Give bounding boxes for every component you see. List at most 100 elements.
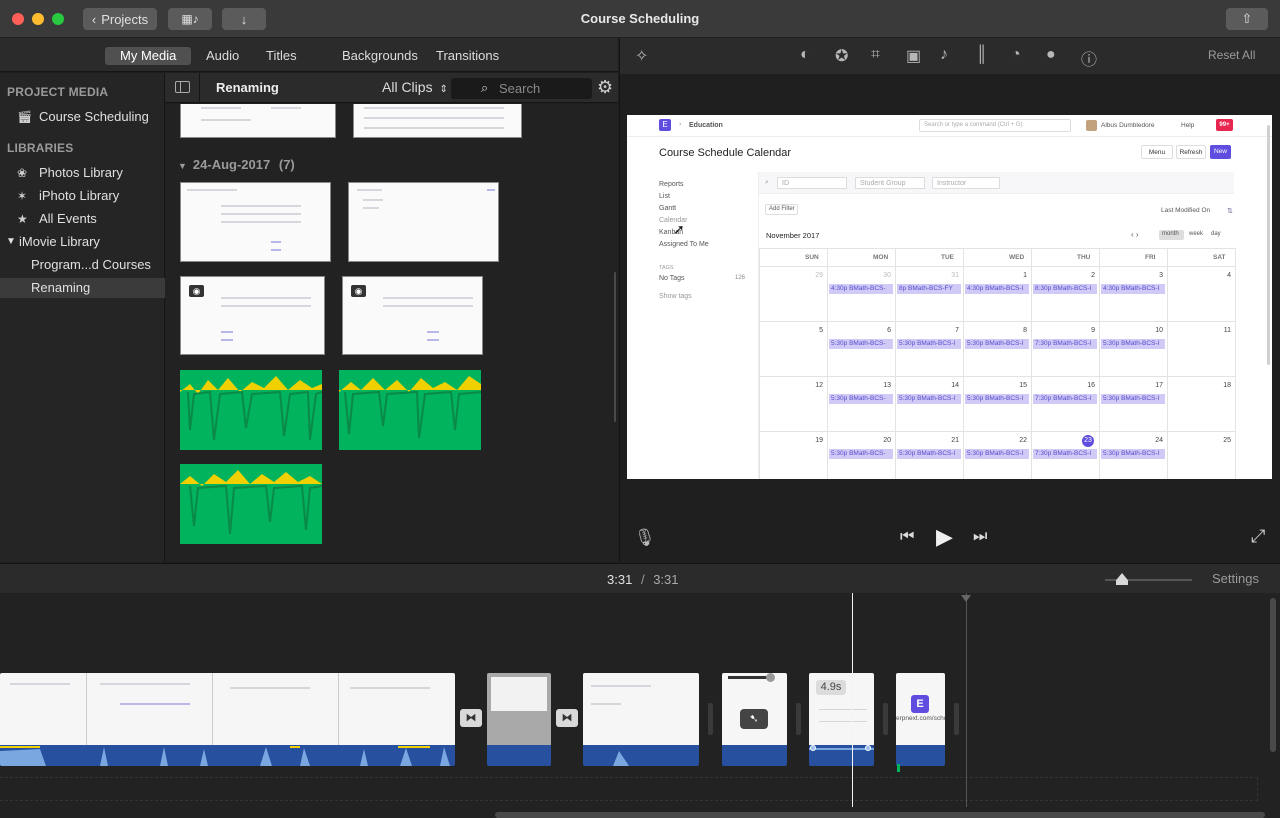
clip-thumbnail[interactable] [180,182,331,262]
calendar-day-number: 2 [1091,272,1095,279]
timeline: ⧓ ⧓ ➷ 4.9s E erpnext.com/scho [0,593,1280,818]
calendar-day-number: 3 [1159,272,1163,279]
title-clip[interactable]: E erpnext.com/school [896,673,945,766]
video-clip[interactable]: ➷ [722,673,787,766]
speedometer-icon[interactable]: ◔ [1011,46,1021,64]
calendar-day-number: 4 [1227,272,1231,279]
clip-thumbnail[interactable] [348,182,499,262]
fade-handle[interactable] [865,745,871,751]
search-input[interactable]: ⌕ Search [451,78,592,99]
media-tabs: My Media Audio Titles Backgrounds Transi… [0,38,618,72]
calendar-event: 5:30p BMath-BCS- [829,449,893,459]
tags-header: TAGS [659,265,674,271]
fade-handle[interactable] [810,745,816,751]
share-button[interactable]: ⇧ [1226,8,1268,30]
crop-icon[interactable]: ⌗ [871,46,880,64]
calendar-event: 5:30p BMath-BCS-I [965,449,1029,459]
sidebar-item-iphoto-library[interactable]: ✶ iPhoto Library [0,186,165,206]
magic-wand-icon[interactable]: ✧ [635,46,648,66]
calendar-event: 5:30p BMath-BCS-I [1101,339,1165,349]
window-title: Course Scheduling [580,11,700,26]
calendar-event: 7:30p BMath-BCS-I [1033,339,1097,349]
transition-icon[interactable]: ⧓ [556,709,578,727]
preview-scrollbar [1267,125,1270,365]
zoom-slider[interactable] [1105,573,1192,585]
camera-icon: ◉ [351,285,366,297]
video-clip[interactable] [583,673,699,766]
calendar-day-number: 21 [951,437,959,444]
tab-audio[interactable]: Audio [191,47,254,65]
skip-back-icon[interactable]: ⏮ [900,528,914,546]
clip-filter-select[interactable]: All Clips ⇕ [382,79,448,95]
playhead[interactable] [852,593,853,807]
camera-icon: ◉ [189,285,204,297]
video-clip[interactable] [487,673,551,766]
timeline-toolbar: 3:31 / 3:31 Settings [0,563,1280,593]
clip-thumbnail[interactable] [180,104,336,138]
tab-my-media[interactable]: My Media [105,47,192,65]
video-clip[interactable] [0,673,455,766]
microphone-icon[interactable]: 🎙︎ [634,528,656,548]
tab-transitions[interactable]: Transitions [421,47,514,65]
sidebar-item-imovie-library[interactable]: ▼ iMovie Library [0,232,165,252]
calendar-weekday: SUN [805,254,819,261]
clip-thumbnail[interactable]: ◉ [342,276,483,355]
equalizer-icon[interactable]: ║ [976,46,987,64]
tab-backgrounds[interactable]: Backgrounds [327,47,433,65]
play-icon[interactable]: ▶ [936,524,953,550]
preview-frame[interactable]: E › Education Search or type a command (… [627,115,1272,479]
fullscreen-icon[interactable]: ⤢ [1251,526,1265,547]
calendar-day-number: 5 [819,327,823,334]
volume-icon[interactable]: ♪ [940,46,948,64]
palette-icon[interactable]: ✪ [835,46,848,66]
sidebar-item-programmed-courses[interactable]: Program...d Courses [0,255,165,275]
breadcrumb: Education [689,122,723,129]
calendar-event: 7:30p BMath-BCS-I [1033,449,1097,459]
no-tags: No Tags [659,275,685,282]
audio-clip-thumbnail[interactable] [339,370,481,450]
clip-thumbnail[interactable] [353,104,522,138]
skip-forward-icon[interactable]: ⏭ [973,528,987,546]
gear-icon[interactable]: ⚙ [597,77,613,98]
reset-all-button[interactable]: Reset All [1208,48,1255,62]
photos-flower-icon: ❀ [17,166,28,180]
browser-scrollbar[interactable] [614,272,616,422]
clip-thumbnail[interactable]: ◉ [180,276,325,355]
calendar-day-number: 31 [951,272,959,279]
calendar-day-number: 6 [887,327,891,334]
video-clip[interactable]: 4.9s [809,673,874,766]
zoom-slider-thumb[interactable] [1116,573,1128,585]
sidebar-item-photos-library[interactable]: ❀ Photos Library [0,163,165,183]
library-sidebar: PROJECT MEDIA 🎬︎ Course Scheduling LIBRA… [0,73,165,562]
title-bar: ‹ Projects ▦♪ ↓ Course Scheduling ⇧ [0,0,1280,38]
calendar-day-number: 14 [951,382,959,389]
info-icon[interactable]: ⓘ [1081,46,1097,70]
timeline-vertical-scrollbar[interactable] [1270,598,1276,752]
menu-button: Menu [1141,145,1173,159]
calendar-day-number: 25 [1223,437,1231,444]
audio-clip-thumbnail[interactable] [180,464,322,544]
calendar-event: 8p BMath-BCS-FY [897,284,961,294]
calendar-day-number: 12 [815,382,823,389]
sidebar-toggle-icon[interactable] [175,81,190,93]
no-tags-count: 126 [735,275,746,281]
date-header[interactable]: ▼ 24-Aug-2017 (7) [178,157,295,172]
sidebar-item-course-scheduling[interactable]: 🎬︎ Course Scheduling [0,107,165,127]
sidebar-item-renaming[interactable]: Renaming [0,278,165,298]
sidebar-item-all-events[interactable]: ★ All Events [0,209,165,229]
timeline-settings-button[interactable]: Settings [1212,571,1259,586]
stabilization-camera-icon[interactable]: ▣ [906,46,921,66]
tab-titles[interactable]: Titles [251,47,312,65]
calendar-event: 5:30p BMath-BCS- [829,394,893,404]
palm-tree-icon: ✶ [17,189,28,203]
timeline-horizontal-scrollbar[interactable] [495,812,1265,818]
calendar-event: 7:30p BMath-BCS-I [1033,394,1097,404]
calendar-event: 5:30p BMath-BCS-I [1101,394,1165,404]
audio-clip-thumbnail[interactable] [180,370,322,450]
skimmer-marker [966,593,967,807]
color-balance-icon[interactable]: ◐ [800,46,810,64]
calendar-weekday: SAT [1213,254,1226,261]
filters-icon[interactable]: ● [1046,46,1056,64]
transition-icon[interactable]: ⧓ [460,709,482,727]
background-music-well[interactable] [0,777,1258,801]
